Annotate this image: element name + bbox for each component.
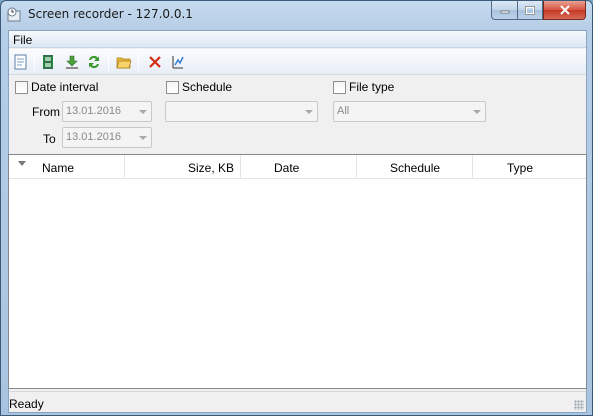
refresh-icon <box>89 55 99 69</box>
film-icon <box>43 55 53 69</box>
app-window: Screen recorder - 127.0.0.1 File Date in… <box>0 0 593 416</box>
column-schedule-label: Schedule <box>390 161 441 175</box>
file-type-label: File type <box>349 80 395 94</box>
clock-app-icon <box>7 7 21 22</box>
from-date-picker[interactable]: 13.01.2016 <box>62 101 152 122</box>
sort-arrow-icon <box>18 161 26 166</box>
column-date-label: Date <box>274 161 300 175</box>
minimize-icon <box>500 10 509 14</box>
close-icon <box>559 5 570 15</box>
window-title: Screen recorder - 127.0.0.1 <box>28 7 193 21</box>
column-name-label: Name <box>42 161 75 175</box>
recordings-list[interactable]: Name Size, KB Date Schedule Type <box>8 154 587 389</box>
column-size[interactable]: Size, KB <box>125 155 241 179</box>
status-text: Ready <box>9 397 44 411</box>
column-size-label: Size, KB <box>187 161 234 175</box>
date-interval-checkbox[interactable] <box>15 81 28 94</box>
open-folder-icon <box>116 57 132 69</box>
title-bar[interactable]: Screen recorder - 127.0.0.1 <box>1 1 592 29</box>
file-type-value: All <box>337 105 350 117</box>
file-type-select[interactable]: All <box>333 101 486 122</box>
toolbar <box>9 49 586 75</box>
chevron-down-icon <box>473 110 481 114</box>
chevron-down-icon <box>139 110 147 114</box>
schedule-select[interactable] <box>165 101 318 122</box>
delete-button[interactable] <box>146 53 164 71</box>
minimize-button[interactable] <box>491 1 517 20</box>
close-button[interactable] <box>543 1 586 20</box>
column-type-label: Type <box>507 161 534 175</box>
from-label: From <box>32 105 60 119</box>
column-name[interactable]: Name <box>9 155 125 179</box>
download-icon <box>66 55 78 69</box>
from-date-value: 13.01.2016 <box>66 105 122 117</box>
status-bar: Ready <box>9 391 586 412</box>
list-header: Name Size, KB Date Schedule Type <box>9 155 586 179</box>
column-schedule[interactable]: Schedule <box>357 155 473 179</box>
schedule-label: Schedule <box>182 80 233 94</box>
menu-file[interactable]: File <box>13 33 32 47</box>
resize-grip-icon[interactable] <box>574 400 584 410</box>
refresh-button[interactable] <box>85 53 103 71</box>
chevron-down-icon <box>139 136 147 140</box>
download-button[interactable] <box>63 53 81 71</box>
file-type-checkbox[interactable] <box>333 81 346 94</box>
menu-bar: File <box>9 31 586 48</box>
maximize-icon <box>525 5 535 15</box>
column-date[interactable]: Date <box>241 155 357 179</box>
chevron-down-icon <box>305 110 313 114</box>
record-button[interactable] <box>39 53 57 71</box>
to-label: To <box>43 132 56 146</box>
properties-icon <box>14 54 27 70</box>
to-date-value: 13.01.2016 <box>66 131 122 143</box>
properties-button[interactable] <box>12 53 30 71</box>
delete-icon <box>149 56 161 68</box>
date-interval-label: Date interval <box>31 80 99 94</box>
schedule-checkbox[interactable] <box>166 81 179 94</box>
open-folder-button[interactable] <box>115 53 133 71</box>
sync-button[interactable] <box>169 53 187 71</box>
to-date-picker[interactable]: 13.01.2016 <box>62 127 152 148</box>
sync-icon <box>172 56 184 69</box>
maximize-button[interactable] <box>517 1 543 20</box>
column-type[interactable]: Type <box>473 155 586 179</box>
client-area: File Date interval From 13.01.2016 To 13… <box>8 30 587 413</box>
